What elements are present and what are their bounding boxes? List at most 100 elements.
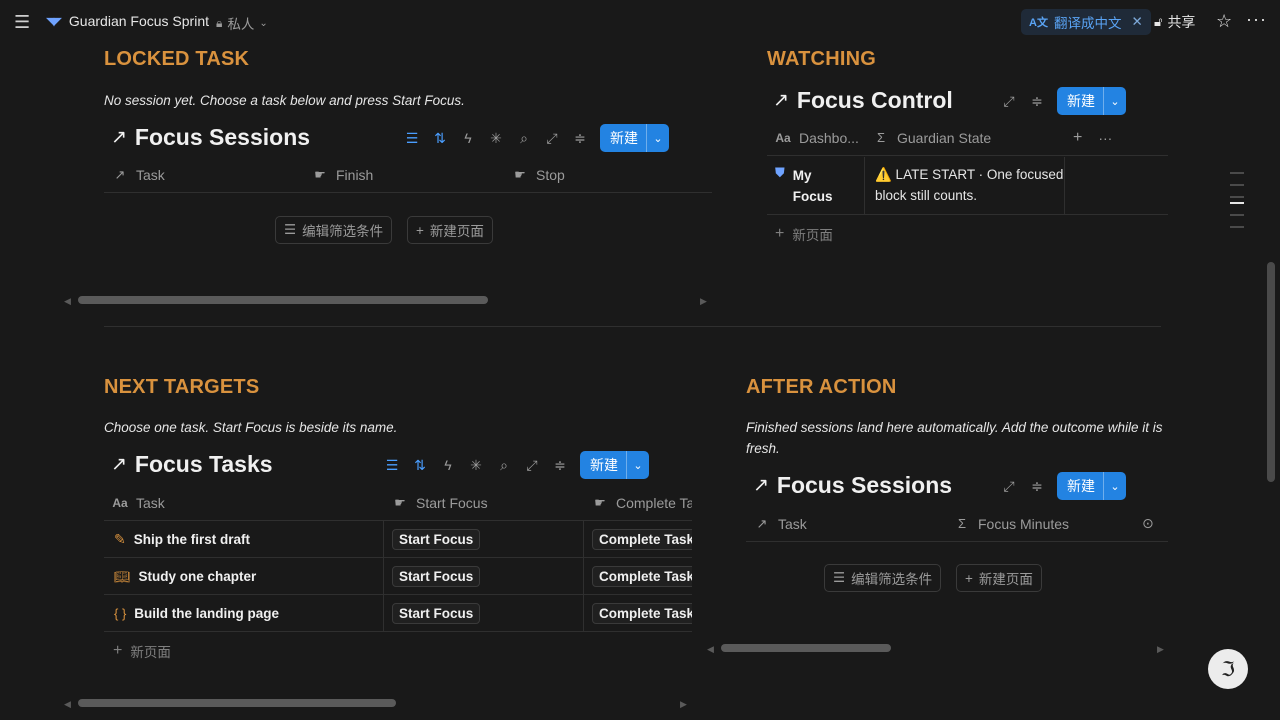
search-icon[interactable]: ⌕ (510, 124, 538, 152)
start-focus-button[interactable]: Start Focus (392, 566, 481, 587)
more-icon[interactable]: ··· (1246, 9, 1267, 30)
add-page-button[interactable]: + 新页面 (113, 641, 171, 661)
task-title[interactable]: Ship the first draft (134, 532, 250, 547)
settings-sliders-icon[interactable]: ≑ (1023, 472, 1051, 500)
assistant-icon[interactable]: ℑ (1208, 649, 1248, 689)
close-icon[interactable]: ✕ (1131, 14, 1142, 30)
sort-icon[interactable]: ⇅ (426, 124, 454, 152)
settings-sliders-icon[interactable]: ≑ (546, 451, 574, 479)
add-page-button[interactable]: + 新页面 (775, 224, 833, 244)
table-cell: ⛊ My Focus (767, 157, 865, 214)
edit-filter-button[interactable]: ☰ 编辑筛选条件 (824, 564, 942, 592)
table-row[interactable]: ✎ Ship the first draft Start Focus Compl… (104, 521, 692, 558)
task-title[interactable]: Build the landing page (134, 606, 279, 621)
horizontal-scrollbar[interactable] (721, 644, 891, 652)
vertical-scrollbar[interactable] (1267, 262, 1275, 482)
task-title[interactable]: Study one chapter (139, 569, 257, 584)
next-db-title[interactable]: ↗ Focus Tasks (111, 451, 273, 478)
settings-sliders-icon[interactable]: ≑ (566, 124, 594, 152)
horizontal-scrollbar[interactable] (78, 296, 488, 304)
horizontal-scrollbar[interactable] (78, 699, 396, 707)
complete-task-button[interactable]: Complete Task (592, 603, 692, 624)
scroll-left-icon[interactable]: ◀ (707, 644, 714, 655)
complete-task-button[interactable]: Complete Task (592, 529, 692, 550)
watching-db-title[interactable]: ↗ Focus Control (773, 87, 953, 114)
start-focus-button[interactable]: Start Focus (392, 529, 481, 550)
translate-label: 翻译成中文 (1053, 16, 1122, 31)
code-braces-icon: { } (114, 606, 127, 621)
row-title[interactable]: My Focus (793, 165, 843, 207)
column-header[interactable]: ☛ Complete Ta (584, 485, 692, 520)
book-icon: 📖︎ (114, 568, 131, 584)
section-divider (104, 326, 1161, 327)
dropdown-circle-icon: ⊙ (1142, 515, 1154, 531)
column-header[interactable]: ↗ Task (746, 506, 946, 542)
column-header[interactable]: ☛ Start Focus (384, 485, 584, 520)
column-header[interactable]: ☛ Stop (504, 157, 704, 193)
column-header[interactable]: Aa Dashbo... (767, 120, 865, 156)
mask-icon: ◥◤ (46, 15, 62, 28)
column-header[interactable]: Aa Task (104, 485, 384, 520)
search-icon[interactable]: ⌕ (490, 451, 518, 479)
start-focus-button[interactable]: Start Focus (392, 603, 481, 624)
table-row[interactable]: 📖︎ Study one chapter Start Focus Complet… (104, 558, 692, 595)
sparkle-icon[interactable]: ✳ (482, 124, 510, 152)
plus-icon: + (965, 570, 973, 586)
expand-icon[interactable]: ⤢ (995, 87, 1023, 115)
settings-sliders-icon[interactable]: ≑ (1023, 87, 1051, 115)
expand-icon[interactable]: ⤢ (518, 451, 546, 479)
after-db-title[interactable]: ↗ Focus Sessions (753, 472, 952, 499)
complete-task-button[interactable]: Complete Task (592, 566, 692, 587)
column-header[interactable]: ☛ Finish (304, 157, 504, 193)
chevron-down-icon[interactable]: ⌄ (1104, 480, 1126, 493)
column-header[interactable]: ↗ Task (104, 157, 304, 193)
new-page-button[interactable]: + 新建页面 (407, 216, 493, 244)
more-icon[interactable]: ··· (1098, 130, 1112, 146)
star-icon[interactable]: ☆ (1216, 11, 1232, 32)
column-label: Task (136, 166, 165, 183)
new-page-button[interactable]: + 新建页面 (956, 564, 1042, 592)
page-outline[interactable] (1230, 172, 1244, 228)
translate-chip[interactable]: A文 翻译成中文 ✕ (1021, 9, 1151, 35)
add-page-label: 新页面 (792, 228, 833, 243)
new-label: 新建 (580, 451, 627, 479)
new-button[interactable]: 新建 ⌄ (580, 451, 649, 479)
scroll-right-icon[interactable]: ▶ (700, 296, 707, 307)
menu-icon[interactable]: ☰ (14, 12, 34, 32)
after-toolbar: ⤢ ≑ 新建 ⌄ (995, 472, 1126, 500)
locked-db-title[interactable]: ↗ Focus Sessions (111, 124, 310, 151)
column-header[interactable]: Σ Guardian State (865, 120, 1065, 156)
scroll-right-icon[interactable]: ▶ (1157, 644, 1164, 655)
watching-header-row: Aa Dashbo... Σ Guardian State + ··· (767, 120, 1168, 156)
column-header[interactable]: Σ Focus Minutes (946, 506, 1142, 542)
chevron-down-icon[interactable]: ⌄ (627, 459, 649, 472)
privacy-selector[interactable]: 🔒︎ 私人 ⌄ (216, 13, 268, 33)
share-button[interactable]: 🔓︎ 共享 (1154, 12, 1195, 32)
new-page-label: 新建页面 (978, 572, 1033, 587)
automation-icon[interactable]: ϟ (454, 124, 482, 152)
automation-icon[interactable]: ϟ (434, 451, 462, 479)
filter-icon[interactable]: ☰ (398, 124, 426, 152)
sort-icon[interactable]: ⇅ (406, 451, 434, 479)
column-options[interactable]: ⊙ (1142, 506, 1166, 542)
sparkle-icon[interactable]: ✳ (462, 451, 490, 479)
new-button[interactable]: 新建 ⌄ (1057, 472, 1126, 500)
expand-icon[interactable]: ⤢ (995, 472, 1023, 500)
expand-icon[interactable]: ⤢ (538, 124, 566, 152)
chevron-down-icon[interactable]: ⌄ (647, 132, 669, 145)
new-button[interactable]: 新建 ⌄ (600, 124, 669, 152)
scroll-left-icon[interactable]: ◀ (64, 296, 71, 307)
filter-icon[interactable]: ☰ (378, 451, 406, 479)
table-row[interactable]: { } Build the landing page Start Focus C… (104, 595, 692, 632)
plus-icon[interactable]: + (1073, 129, 1082, 147)
table-row[interactable]: ⛊ My Focus ⚠️ LATE START · One focused b… (767, 157, 1168, 215)
new-label: 新建 (1057, 472, 1104, 500)
new-button[interactable]: 新建 ⌄ (1057, 87, 1126, 115)
scroll-left-icon[interactable]: ◀ (64, 699, 71, 710)
edit-filter-button[interactable]: ☰ 编辑筛选条件 (275, 216, 393, 244)
column-label: Focus Minutes (978, 515, 1070, 532)
breadcrumb[interactable]: ◥◤ Guardian Focus Sprint (46, 13, 209, 29)
chevron-down-icon[interactable]: ⌄ (1104, 95, 1126, 108)
scroll-right-icon[interactable]: ▶ (680, 699, 687, 710)
new-page-label: 新建页面 (429, 224, 484, 239)
